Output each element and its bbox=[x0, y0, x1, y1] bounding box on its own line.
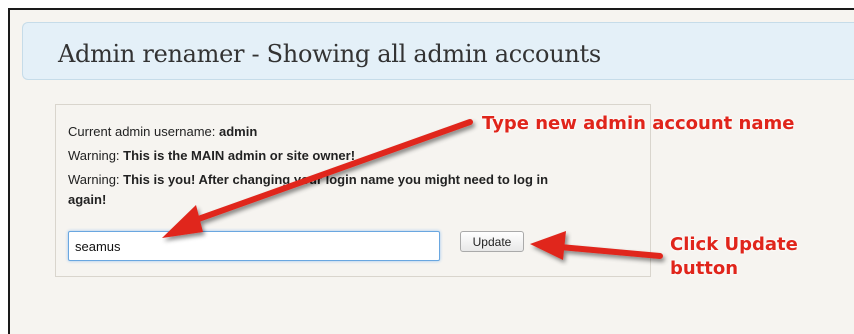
warning-main-admin: Warning: This is the MAIN admin or site … bbox=[68, 148, 355, 163]
warning-text: This is you! After changing your login n… bbox=[123, 172, 549, 187]
current-username-value: admin bbox=[219, 124, 258, 139]
page-title: Admin renamer - Showing all admin accoun… bbox=[58, 40, 601, 68]
warning-label: Warning: bbox=[68, 148, 124, 163]
current-username-label: Current admin username: bbox=[68, 124, 220, 139]
annotation-click-update-line2: button bbox=[670, 258, 739, 279]
warning-self-continued: again! bbox=[68, 192, 106, 207]
warning-text: This is the MAIN admin or site owner! bbox=[123, 148, 356, 163]
new-username-input[interactable] bbox=[68, 231, 440, 261]
annotation-click-update-line1: Click Update bbox=[670, 234, 798, 255]
warning-label: Warning: bbox=[68, 172, 124, 187]
warning-text-continued: again! bbox=[68, 192, 107, 207]
update-button[interactable]: Update bbox=[460, 231, 524, 252]
current-username-line: Current admin username: admin bbox=[68, 124, 257, 139]
annotation-type-name: Type new admin account name bbox=[482, 113, 795, 134]
warning-self: Warning: This is you! After changing you… bbox=[68, 172, 548, 187]
